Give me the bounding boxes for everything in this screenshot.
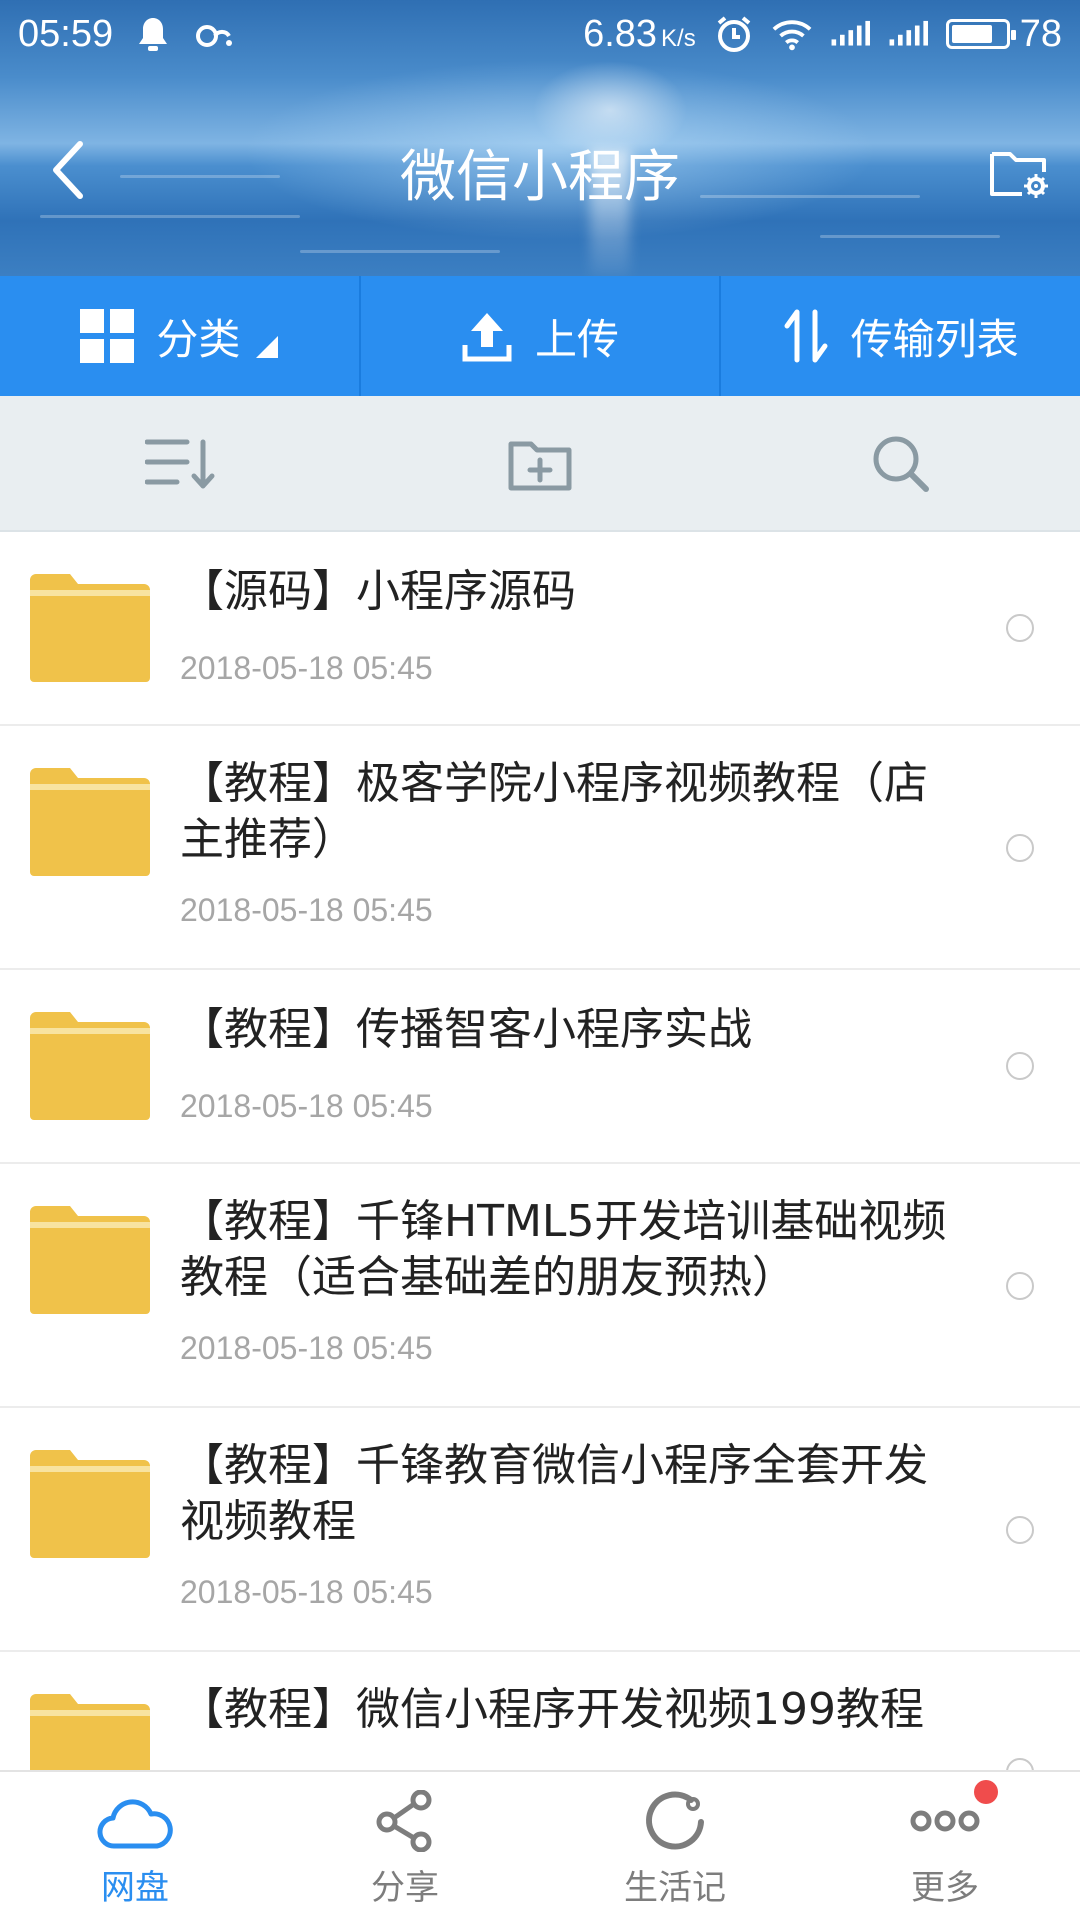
dropdown-caret-icon	[256, 336, 279, 358]
folder-icon	[30, 768, 150, 876]
transfer-list-label: 传输列表	[850, 314, 1019, 364]
select-radio[interactable]	[1006, 1758, 1034, 1770]
folder-icon	[30, 1694, 150, 1770]
file-row[interactable]: 【教程】极客学院小程序视频教程（店主推荐） 2018-05-18 05:45	[0, 726, 1080, 970]
file-row[interactable]: 【教程】传播智客小程序实战 2018-05-18 05:45	[0, 970, 1080, 1164]
select-radio[interactable]	[1006, 614, 1034, 642]
status-bar: 05:59 6.83 K/s 78	[0, 0, 1080, 68]
refresh-circle-icon	[646, 1791, 704, 1850]
bottom-nav: 网盘 分享 生活记 更多	[0, 1770, 1080, 1920]
cloud-icon	[97, 1799, 173, 1849]
sort-button[interactable]	[0, 396, 360, 530]
nav-item-netdisk[interactable]: 网盘	[0, 1772, 270, 1920]
select-radio[interactable]	[1006, 1516, 1034, 1544]
notification-bell-icon	[133, 14, 173, 54]
chevron-left-icon	[53, 141, 83, 199]
nav-label: 生活记	[624, 1868, 726, 1908]
back-button[interactable]	[36, 138, 100, 202]
file-name: 【教程】极客学院小程序视频教程（店主推荐）	[180, 758, 928, 865]
transfer-arrows-icon	[784, 309, 828, 363]
network-speed: 6.83	[583, 12, 658, 55]
sort-list-icon	[145, 439, 215, 489]
folder-icon	[30, 1450, 150, 1558]
file-date: 2018-05-18 05:45	[180, 650, 433, 686]
nav-label: 更多	[911, 1868, 979, 1908]
nav-item-more[interactable]: 更多	[810, 1772, 1080, 1920]
tool-bar	[0, 396, 1080, 532]
network-speed-unit: K/s	[661, 24, 696, 52]
file-name: 【教程】传播智客小程序实战	[180, 1004, 752, 1055]
search-icon	[873, 436, 929, 492]
category-label: 分类	[156, 314, 241, 364]
header-banner: 05:59 6.83 K/s 78 微信小程序	[0, 0, 1080, 276]
upload-label: 上传	[535, 314, 620, 364]
select-radio[interactable]	[1006, 834, 1034, 862]
share-icon	[376, 1790, 432, 1852]
file-date: 2018-05-18 05:45	[180, 1574, 433, 1610]
select-radio[interactable]	[1006, 1052, 1034, 1080]
transfer-list-button[interactable]: 传输列表	[721, 276, 1080, 396]
upload-icon	[462, 313, 512, 362]
action-bar: 分类 上传 传输列表	[0, 276, 1080, 396]
file-date: 2018-05-18 05:45	[180, 892, 433, 928]
file-name: 【教程】微信小程序开发视频199教程	[180, 1684, 924, 1735]
battery-level: 78	[1019, 12, 1062, 55]
status-time: 05:59	[18, 12, 114, 55]
file-name: 【教程】千锋HTML5开发培训基础视频教程（适合基础差的朋友预热）	[180, 1196, 947, 1303]
upload-button[interactable]: 上传	[361, 276, 720, 396]
new-folder-button[interactable]	[360, 396, 720, 530]
file-name: 【源码】小程序源码	[180, 566, 576, 617]
nav-item-life-log[interactable]: 生活记	[540, 1772, 810, 1920]
file-date: 2018-05-18 05:45	[180, 1088, 433, 1124]
signal-icon	[830, 14, 870, 54]
alarm-icon	[714, 14, 754, 54]
grid-icon	[80, 309, 135, 363]
category-button[interactable]: 分类	[0, 276, 359, 396]
file-name: 【教程】千锋教育微信小程序全套开发视频教程	[180, 1440, 928, 1547]
nav-label: 分享	[371, 1868, 439, 1908]
sync-cloud-icon	[193, 14, 233, 54]
more-dots-icon	[910, 1810, 980, 1832]
folder-icon	[30, 1206, 150, 1314]
folder-icon	[30, 1012, 150, 1120]
file-row[interactable]: 【源码】小程序源码 2018-05-18 05:45	[0, 532, 1080, 726]
signal-4g-icon	[888, 14, 928, 54]
nav-label: 网盘	[101, 1868, 169, 1908]
file-date: 2018-05-18 05:45	[180, 1330, 433, 1366]
file-row[interactable]: 【教程】千锋教育微信小程序全套开发视频教程 2018-05-18 05:45	[0, 1408, 1080, 1652]
select-radio[interactable]	[1006, 1272, 1034, 1300]
folder-settings-icon	[990, 152, 1048, 198]
search-button[interactable]	[720, 396, 1080, 530]
wifi-icon	[772, 14, 812, 54]
folder-settings-button[interactable]	[984, 138, 1054, 208]
battery-indicator: 78	[945, 12, 1062, 56]
folder-icon	[30, 574, 150, 682]
file-row[interactable]: 【教程】千锋HTML5开发培训基础视频教程（适合基础差的朋友预热） 2018-0…	[0, 1164, 1080, 1408]
new-folder-icon	[508, 441, 572, 491]
file-list: 【源码】小程序源码 2018-05-18 05:45 【教程】极客学院小程序视频…	[0, 532, 1080, 1770]
file-row[interactable]: 【教程】微信小程序开发视频199教程	[0, 1652, 1080, 1770]
page-title: 微信小程序	[400, 144, 680, 210]
nav-item-share[interactable]: 分享	[270, 1772, 540, 1920]
notification-badge	[974, 1780, 998, 1804]
